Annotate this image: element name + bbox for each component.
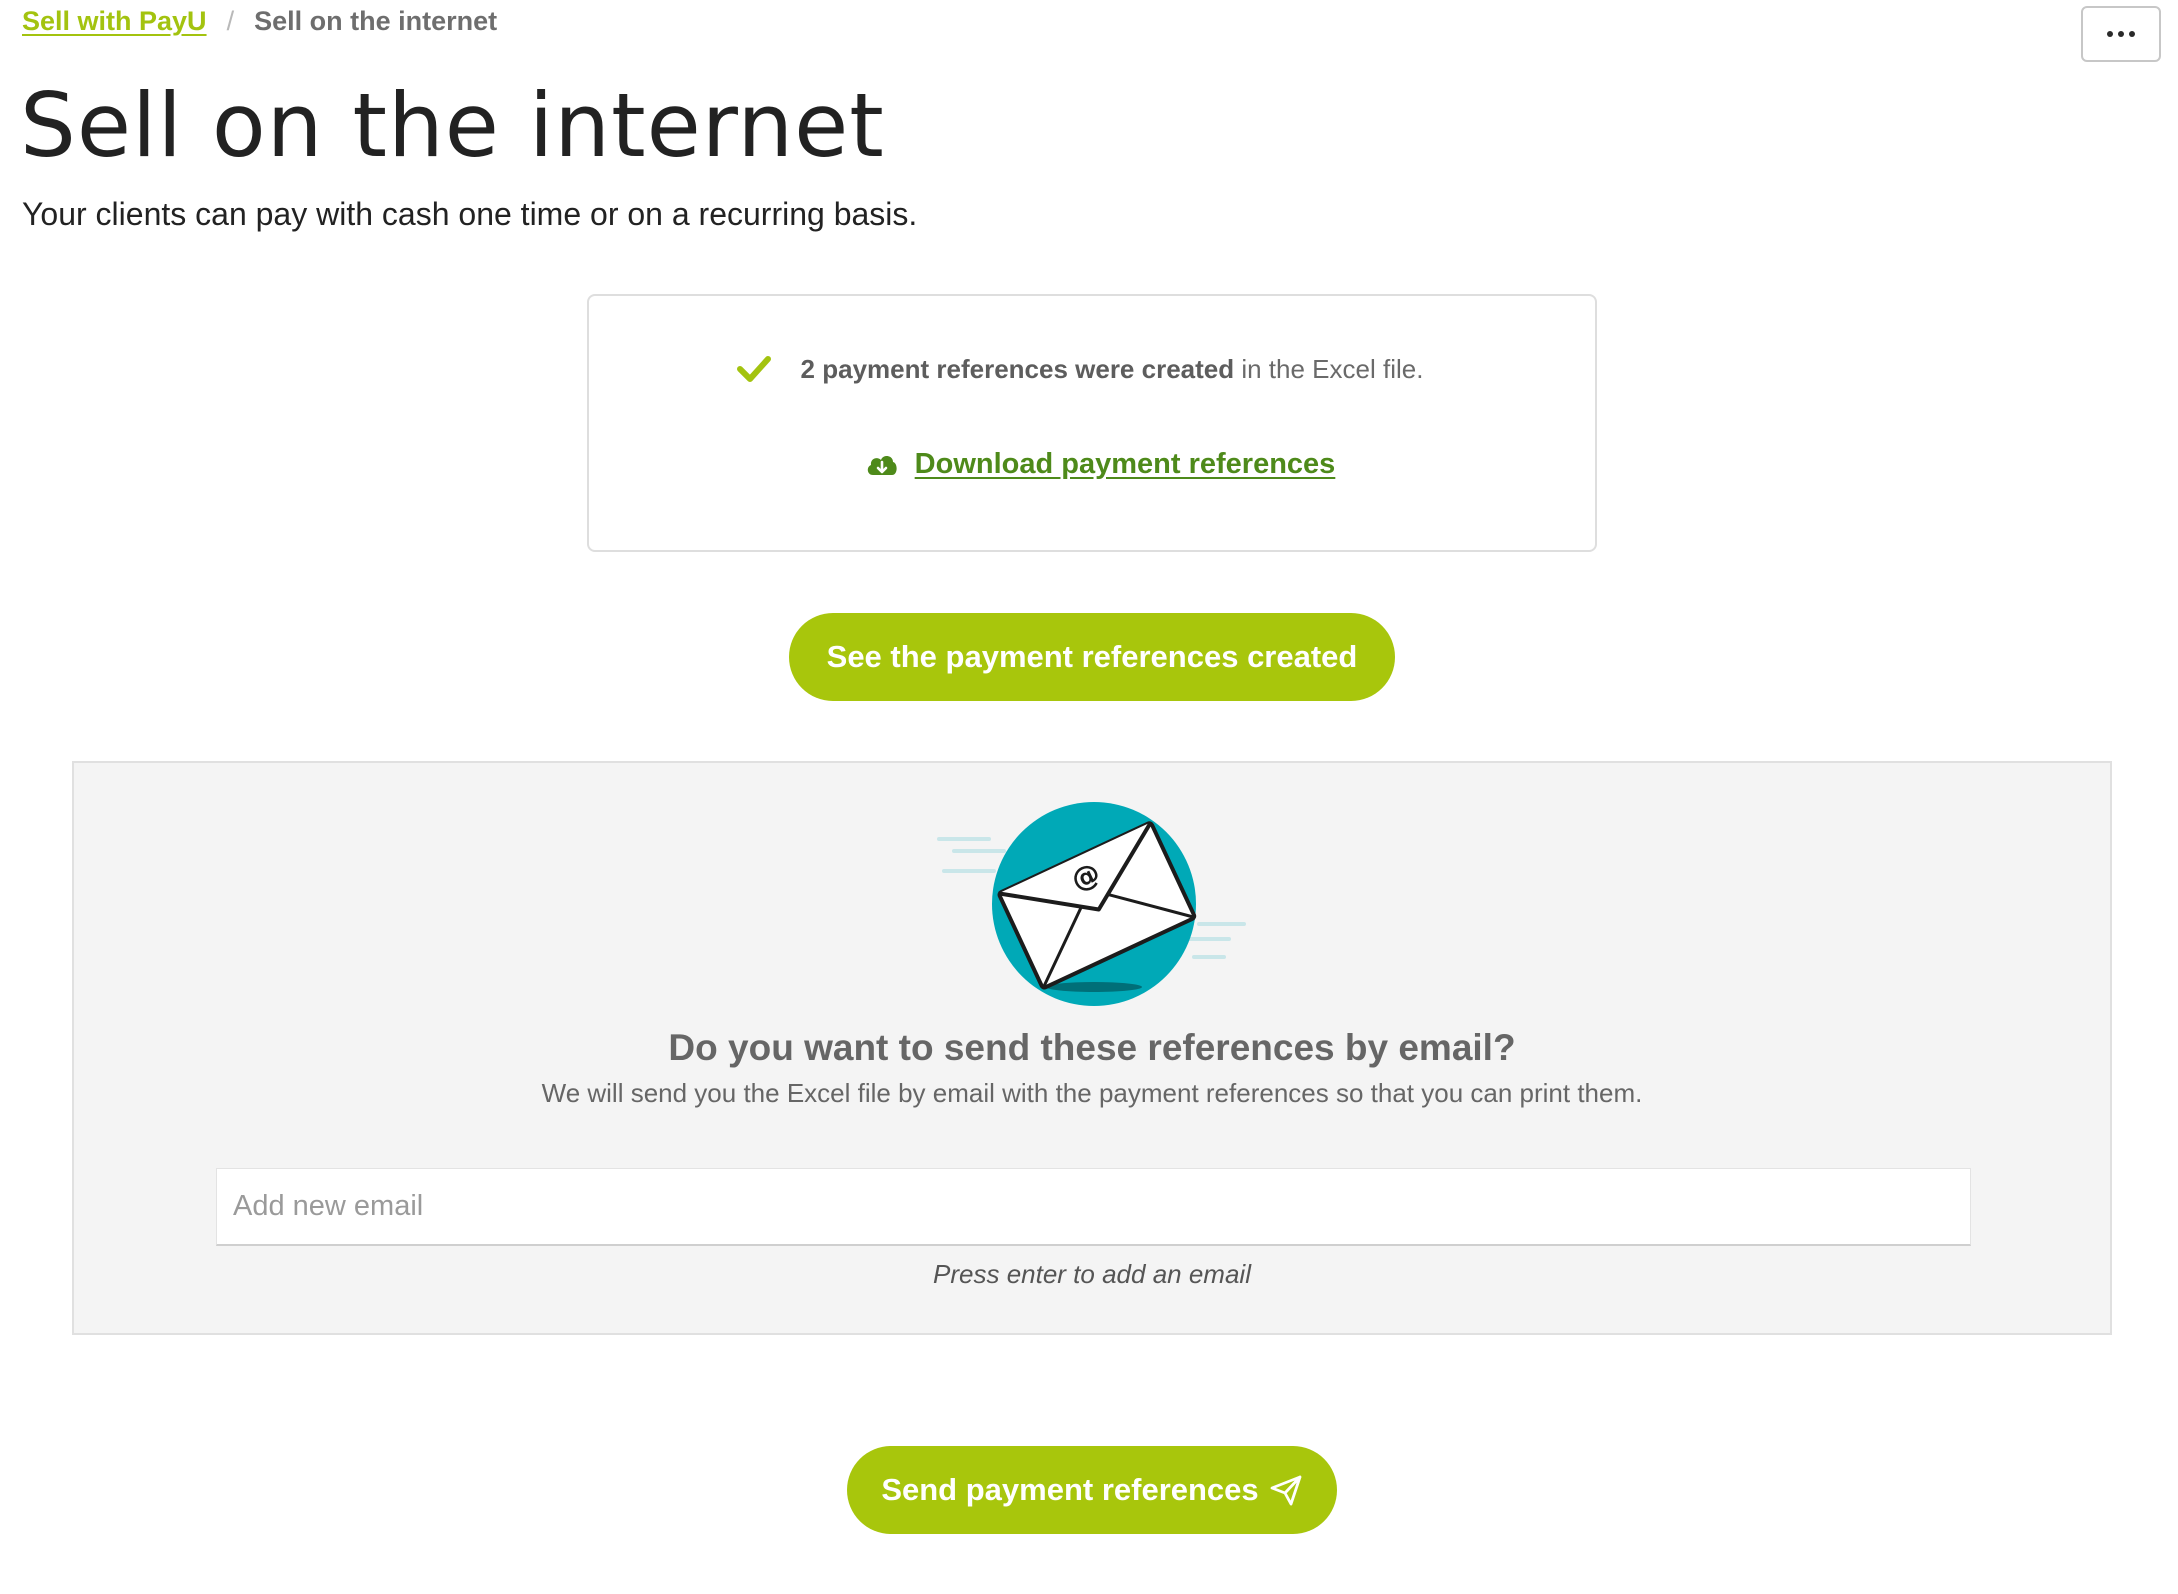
email-input-hint: Press enter to add an email xyxy=(933,1259,1251,1289)
result-count-text: 2 payment references were created xyxy=(800,354,1235,384)
paper-plane-icon xyxy=(1270,1475,1302,1506)
more-horizontal-icon xyxy=(2107,31,2135,37)
page-title: Sell on the internet xyxy=(20,74,885,177)
page-subtitle: Your clients can pay with cash one time … xyxy=(22,196,918,232)
breadcrumb-separator: / xyxy=(226,6,235,36)
send-button-label: Send payment references xyxy=(881,1472,1259,1507)
breadcrumb: Sell with PayU / Sell on the internet xyxy=(22,6,497,37)
result-rest-text: in the Excel file. xyxy=(1234,354,1424,384)
cloud-download-icon xyxy=(867,455,897,475)
more-options-button[interactable] xyxy=(2081,6,2161,62)
email-panel-title: Do you want to send these references by … xyxy=(668,1027,1516,1068)
send-payment-references-button[interactable]: Send payment references xyxy=(847,1446,1337,1534)
see-payment-references-button[interactable]: See the payment references created xyxy=(789,613,1395,701)
breadcrumb-current: Sell on the internet xyxy=(254,6,498,36)
result-card: 2 payment references were created in the… xyxy=(587,294,1597,552)
email-envelope-illustration: @ xyxy=(937,802,1246,1006)
email-panel-description: We will send you the Excel file by email… xyxy=(541,1078,1643,1108)
email-panel: @ Do you want to send these references b… xyxy=(72,761,2112,1335)
result-message: 2 payment references were created in the… xyxy=(589,354,1595,385)
download-payment-references-link[interactable]: Download payment references xyxy=(915,448,1336,481)
download-row: Download payment references xyxy=(589,448,1595,481)
breadcrumb-link-sell-with-payu[interactable]: Sell with PayU xyxy=(22,6,207,37)
email-input[interactable] xyxy=(216,1168,1971,1246)
page: Sell with PayU / Sell on the internet Se… xyxy=(0,0,2178,1594)
